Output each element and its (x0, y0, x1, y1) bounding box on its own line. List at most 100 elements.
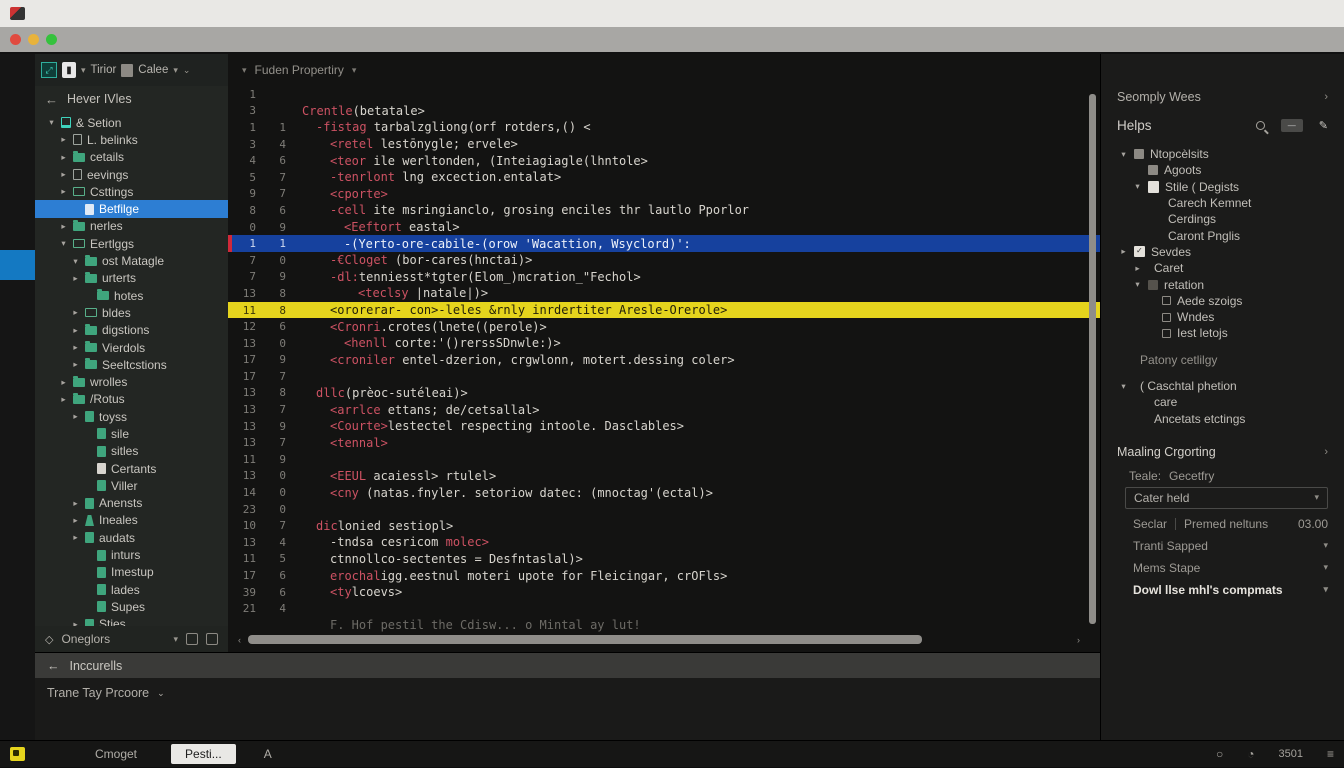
tree-item[interactable]: ▸ eevings (35, 166, 228, 183)
file-toggle-icon[interactable]: ▮ (62, 62, 76, 78)
menu-item[interactable] (173, 12, 199, 16)
code-line[interactable]: 4 6 <teor ile werltonden, (Inteiagiagle(… (228, 152, 1100, 169)
ribbon-tab[interactable] (219, 37, 247, 43)
properties-tree-item[interactable]: ▸ Sevdes (1101, 244, 1344, 260)
chevron-down-icon[interactable]: ▾ (173, 634, 178, 645)
code-line[interactable]: 10 7 diclonied sestiopl> (228, 517, 1100, 534)
tree-item[interactable]: ▸ audats (35, 529, 228, 546)
seclar-row[interactable]: Seclar Premed neltuns 03.00 (1101, 513, 1344, 535)
properties-tree-item[interactable]: Ancetats etctings (1101, 410, 1344, 426)
properties-tree-item[interactable]: ▾ Ntopcèlsits (1101, 146, 1344, 162)
tree-item[interactable]: ▸ digstions (35, 322, 228, 339)
menu-item[interactable] (199, 12, 225, 16)
code-line[interactable]: 17 7 (228, 368, 1100, 385)
activity-icon[interactable] (0, 362, 35, 392)
code-line[interactable]: 13 4 -tndsa cesricom molec> (228, 534, 1100, 551)
menu-item[interactable] (147, 12, 173, 16)
properties-tree-item[interactable]: ▸ Caret (1101, 260, 1344, 276)
code-line[interactable]: 23 0 (228, 501, 1100, 518)
activity-icon[interactable] (0, 138, 35, 168)
properties-tree-item[interactable]: Carech Kemnet (1101, 195, 1344, 211)
chevron-more-icon[interactable]: ⌄ (183, 65, 191, 76)
ribbon-tab[interactable] (107, 37, 135, 43)
properties-tree-item[interactable]: Iest letojs (1101, 325, 1344, 341)
properties-tree-item[interactable]: Caront Pnglis (1101, 227, 1344, 243)
ribbon-tab[interactable] (331, 37, 359, 43)
code-line[interactable]: 11 5 ctnnollco-sectentes = Desfntaslal)> (228, 551, 1100, 568)
status-badge-icon[interactable] (10, 747, 25, 761)
edit-pencil-icon[interactable]: ✎ (1319, 119, 1328, 132)
ribbon-tab[interactable] (191, 37, 219, 43)
activity-icon[interactable] (0, 250, 35, 280)
menu-item[interactable] (277, 12, 303, 16)
code-line[interactable]: 7 0 -€Cloget (bor-cares(hnctai)> (228, 252, 1100, 269)
ribbon-tab[interactable] (79, 37, 107, 43)
ribbon-tab[interactable] (303, 37, 331, 43)
tree-item[interactable]: ▾ ost Matagle (35, 252, 228, 269)
code-line[interactable]: 5 7 -tenrlont lng excection.entalat> (228, 169, 1100, 186)
tree-item[interactable]: ▸ urterts (35, 270, 228, 287)
code-line[interactable]: 0 9 <Eeftort eastal> (228, 219, 1100, 236)
properties-tree-item[interactable]: Wndes (1101, 309, 1344, 325)
book-icon[interactable] (206, 633, 218, 645)
branch-icon[interactable]: ⤢ (41, 62, 57, 78)
tree-item[interactable]: sile (35, 425, 228, 442)
menu-item[interactable] (69, 12, 95, 16)
back-arrow-icon[interactable]: ← (45, 92, 58, 107)
code-line[interactable]: 9 7 <cporte> (228, 186, 1100, 203)
tree-item[interactable]: ▾ & Setion (35, 114, 228, 131)
cater-field[interactable]: Cater held ▾ (1125, 487, 1328, 509)
properties-tree-item[interactable]: ▾ ( Caschtal phetion (1101, 378, 1344, 394)
vertical-scrollbar[interactable] (1089, 94, 1096, 624)
section-header-seomply[interactable]: Seomply Wees › (1101, 84, 1344, 110)
chevron-down-icon[interactable]: ▾ (173, 65, 178, 76)
ribbon-tab[interactable] (163, 37, 191, 43)
properties-tree-item[interactable]: care (1101, 394, 1344, 410)
code-line[interactable]: 13 0 <henll corte:'()rerssSDnwle:)> (228, 335, 1100, 352)
code-line[interactable]: 3 4 <retel lestōnygle; ervele> (228, 136, 1100, 153)
code-line[interactable]: 17 6 erochaligg.eestnul moteri upote for… (228, 567, 1100, 584)
menu-item[interactable] (121, 12, 147, 16)
footer-label[interactable]: Oneglors (61, 632, 110, 646)
code-line[interactable]: F. Hof pestil the Cdisw... o Mintal ay l… (228, 617, 1100, 634)
menu-item[interactable] (303, 12, 329, 16)
tree-item[interactable]: ▸ L. belinks (35, 131, 228, 148)
properties-tree-item[interactable]: Cerdings (1101, 211, 1344, 227)
activity-icon[interactable] (0, 306, 35, 336)
code-line[interactable]: 12 6 <Cronri.crotes(lnete((perole)> (228, 318, 1100, 335)
tree-item[interactable]: ▸ bldes (35, 304, 228, 321)
pesti-button[interactable]: Pesti... (171, 744, 236, 764)
code-area[interactable]: 1 3 Crentle(betatale> 1 1 -fistag tarbal… (228, 86, 1100, 652)
mems-dropdown[interactable]: Mems Stape ▾ (1101, 557, 1344, 579)
tree-item[interactable]: sitles (35, 443, 228, 460)
activity-icon[interactable] (0, 474, 35, 504)
ribbon-tab[interactable] (135, 37, 163, 43)
toolbar-label-tirior[interactable]: Tirior (91, 64, 117, 76)
properties-tree-item[interactable]: Agoots (1101, 162, 1344, 178)
tree-item[interactable]: ▸ cetails (35, 149, 228, 166)
tree-item[interactable]: ▸ Seeltcstions (35, 356, 228, 373)
tranti-dropdown[interactable]: Tranti Sapped ▾ (1101, 535, 1344, 557)
activity-icon[interactable] (0, 194, 35, 224)
menu-item[interactable] (43, 12, 69, 16)
properties-tree-item[interactable]: ▾ retation (1101, 276, 1344, 292)
code-line[interactable]: 11 9 (228, 451, 1100, 468)
toolbar-label-calee[interactable]: Calee (138, 64, 168, 76)
ribbon-tab[interactable] (275, 37, 303, 43)
code-line[interactable]: 1 (228, 86, 1100, 103)
scrollbar-thumb[interactable] (248, 635, 922, 644)
tree-item[interactable]: ▸ Ineales (35, 512, 228, 529)
code-line[interactable]: 1 1 -(Yerto-ore-cabile-(orow 'Wacattion,… (228, 235, 1100, 252)
menu-item[interactable] (95, 12, 121, 16)
tree-item[interactable]: ▸ wrolles (35, 373, 228, 390)
tree-item[interactable]: Certants (35, 460, 228, 477)
scroll-right-icon[interactable]: › (1070, 635, 1080, 645)
minimize-light-icon[interactable] (28, 34, 39, 45)
code-line[interactable]: 14 0 <cny (natas.fnyler. setoriow datec:… (228, 484, 1100, 501)
code-line[interactable]: 21 4 (228, 600, 1100, 617)
section-header-mailing[interactable]: Maaling Crgorting › (1101, 439, 1344, 465)
sync-icon[interactable]: ○ (1216, 747, 1223, 761)
code-line[interactable]: 13 0 <EEUL acaiessl> rtulel> (228, 468, 1100, 485)
tree-item[interactable]: Viller (35, 477, 228, 494)
code-line[interactable]: 13 9 <Courte>lestectel respecting intool… (228, 418, 1100, 435)
